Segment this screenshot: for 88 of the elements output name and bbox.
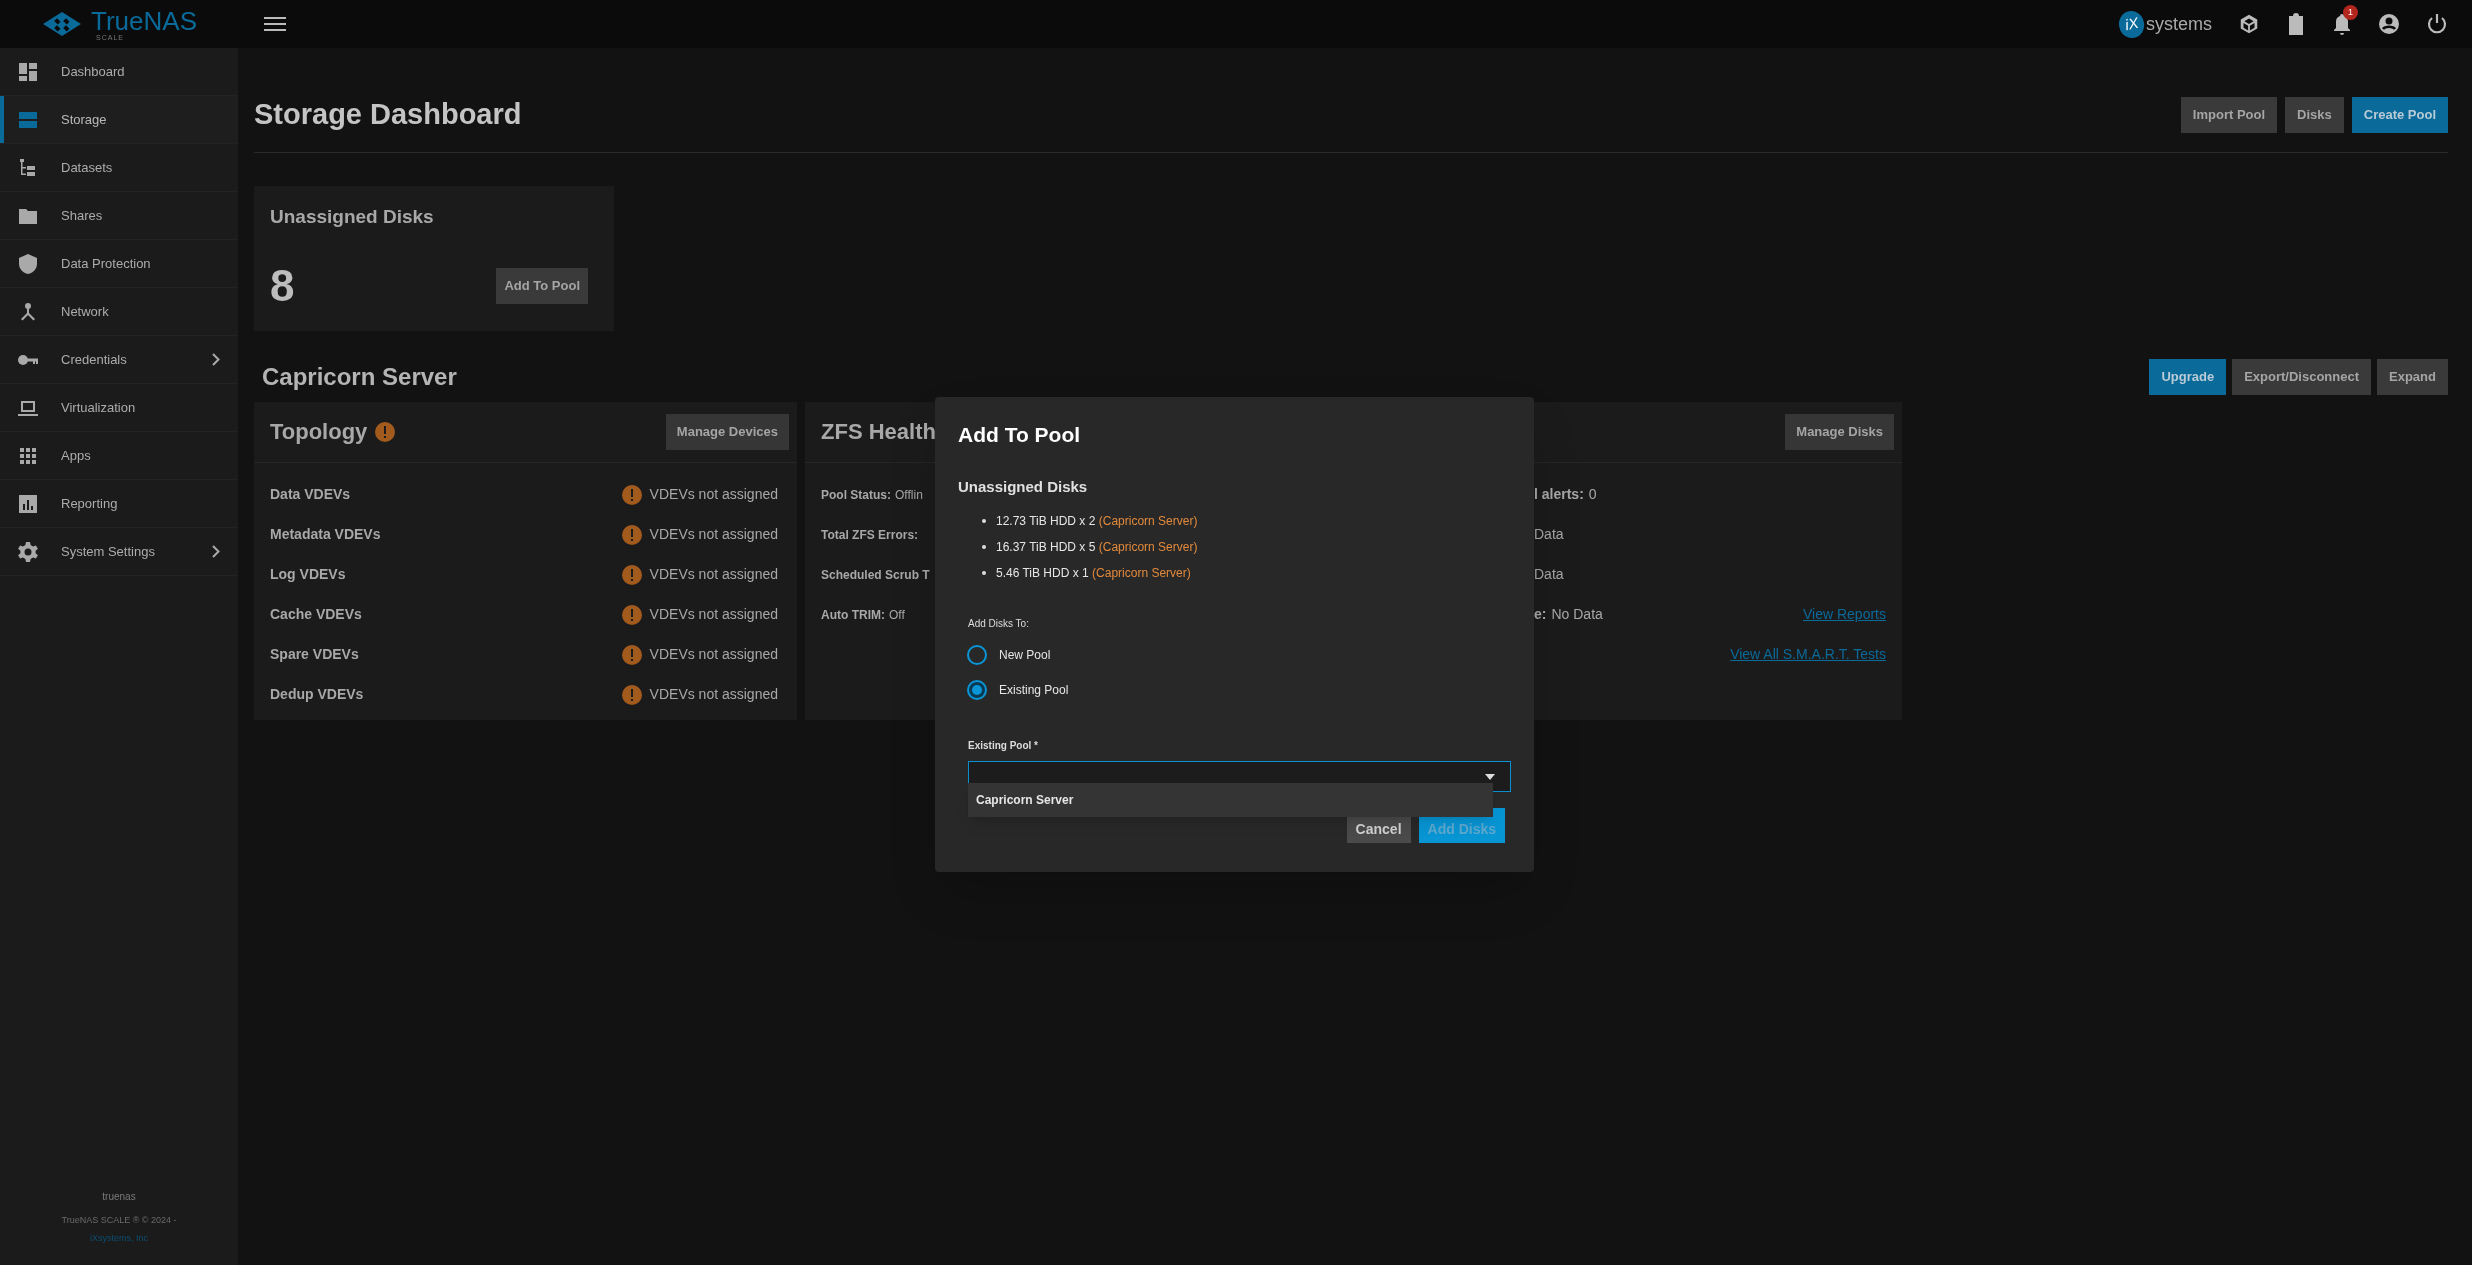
hostname-label: truenas bbox=[102, 1190, 136, 1204]
chevron-right-icon bbox=[212, 545, 220, 558]
row-label: Log VDEVs bbox=[270, 565, 346, 584]
manage-disks-button[interactable]: Manage Disks bbox=[1785, 413, 1894, 450]
warning-icon bbox=[621, 684, 642, 705]
menu-button[interactable] bbox=[264, 14, 286, 34]
sidebar-item[interactable]: Storage bbox=[0, 96, 238, 144]
row-value: Data bbox=[1534, 565, 1564, 584]
disk-entry: 16.37 TiB HDD x 5 (Capricorn Server) bbox=[996, 539, 1198, 556]
warning-icon bbox=[375, 421, 396, 442]
sidebar-item[interactable]: Credentials bbox=[0, 336, 238, 384]
row-value: Data bbox=[1534, 525, 1564, 544]
row-label: Total ZFS Errors: bbox=[821, 526, 919, 544]
action-button[interactable]: Export/Disconnect bbox=[2232, 358, 2372, 395]
action-button[interactable]: Create Pool bbox=[2351, 96, 2448, 133]
sidebar-item[interactable]: Datasets bbox=[0, 144, 238, 192]
card-title: ZFS Health bbox=[821, 418, 936, 446]
bar-chart-icon bbox=[17, 492, 39, 515]
logo-text: TrueNAS bbox=[91, 7, 197, 34]
power-icon[interactable] bbox=[2426, 13, 2448, 35]
row-value: No Data bbox=[1551, 605, 1603, 624]
page-title: Storage Dashboard bbox=[254, 97, 522, 132]
shield-icon bbox=[17, 252, 39, 275]
warning-icon bbox=[621, 644, 642, 665]
row-label: Dedup VDEVs bbox=[270, 685, 364, 704]
row-value: VDEVs not assigned bbox=[649, 605, 778, 624]
row-label: Spare VDEVs bbox=[270, 645, 359, 664]
add-to-pool-button[interactable]: Add To Pool bbox=[496, 268, 588, 304]
row-label: Pool Status: bbox=[821, 486, 891, 504]
sidebar-item[interactable]: System Settings bbox=[0, 528, 238, 576]
row-label: l alerts: bbox=[1534, 485, 1584, 504]
radio-label[interactable]: Existing Pool bbox=[999, 681, 1069, 699]
vendor-logo-text: systems bbox=[2146, 12, 2212, 36]
warning-icon bbox=[621, 524, 642, 545]
warning-icon bbox=[621, 564, 642, 585]
dialog-title: Add To Pool bbox=[958, 422, 1082, 448]
field-label: Existing Pool * bbox=[968, 739, 1039, 753]
row-label: Metadata VDEVs bbox=[270, 525, 381, 544]
row-value: VDEVs not assigned bbox=[649, 645, 778, 664]
action-button[interactable]: Expand bbox=[2377, 358, 2448, 395]
row-value: VDEVs not assigned bbox=[649, 485, 778, 504]
row-label: Data VDEVs bbox=[270, 485, 351, 504]
manage-devices-button[interactable]: Manage Devices bbox=[665, 413, 789, 450]
radio-button[interactable] bbox=[967, 680, 987, 700]
row-label: Scheduled Scrub T bbox=[821, 566, 930, 584]
clipboard-icon[interactable] bbox=[2286, 13, 2306, 35]
pool-name: Capricorn Server bbox=[262, 361, 457, 392]
row-label: Cache VDEVs bbox=[270, 605, 362, 624]
action-button[interactable]: Disks bbox=[2285, 96, 2344, 133]
row-value: VDEVs not assigned bbox=[649, 685, 778, 704]
radio-group-label: Add Disks To: bbox=[968, 617, 1030, 631]
row-value: VDEVs not assigned bbox=[649, 565, 778, 584]
row-value: Offlin bbox=[895, 486, 923, 504]
vendor-logo-mark: iX bbox=[2116, 8, 2147, 40]
radio-button[interactable] bbox=[967, 645, 987, 665]
row-value: Off bbox=[889, 606, 905, 624]
disk-entry: 5.46 TiB HDD x 1 (Capricorn Server) bbox=[996, 565, 1191, 582]
logo-icon bbox=[41, 10, 83, 38]
cube-icon[interactable] bbox=[2238, 13, 2260, 35]
bell-icon[interactable] bbox=[2332, 13, 2352, 35]
sidebar-item[interactable]: Apps bbox=[0, 432, 238, 480]
radio-label[interactable]: New Pool bbox=[999, 646, 1051, 664]
copyright-text: TrueNAS SCALE ® © 2024 - bbox=[61, 1214, 177, 1227]
user-icon[interactable] bbox=[2378, 13, 2400, 35]
dropdown-caret-icon bbox=[1485, 773, 1495, 780]
card-title: Topology bbox=[270, 418, 368, 446]
dropdown-option[interactable]: Capricorn Server bbox=[968, 783, 1493, 817]
row-label: e: bbox=[1534, 605, 1547, 624]
section-title: Unassigned Disks bbox=[958, 476, 1089, 497]
warning-icon bbox=[621, 484, 642, 505]
sidebar-item[interactable]: Reporting bbox=[0, 480, 238, 528]
warning-icon bbox=[621, 604, 642, 625]
disk-count: 8 bbox=[270, 260, 295, 312]
chevron-right-icon bbox=[212, 353, 220, 366]
row-value: VDEVs not assigned bbox=[649, 525, 778, 544]
action-button[interactable]: Upgrade bbox=[2149, 358, 2227, 395]
disk-entry: 12.73 TiB HDD x 2 (Capricorn Server) bbox=[996, 513, 1198, 530]
sidebar-item[interactable]: Shares bbox=[0, 192, 238, 240]
settings-icon bbox=[17, 540, 39, 563]
sidebar-item[interactable]: Network bbox=[0, 288, 238, 336]
action-button[interactable]: Import Pool bbox=[2180, 96, 2278, 133]
notification-badge: 1 bbox=[2343, 5, 2358, 20]
dashboard-icon bbox=[17, 60, 39, 83]
sidebar-item[interactable]: Virtualization bbox=[0, 384, 238, 432]
sidebar-item[interactable]: Data Protection bbox=[0, 240, 238, 288]
row-value: 0 bbox=[1588, 485, 1597, 504]
row-label: Auto TRIM: bbox=[821, 606, 885, 624]
card-title: Unassigned Disks bbox=[270, 204, 435, 229]
